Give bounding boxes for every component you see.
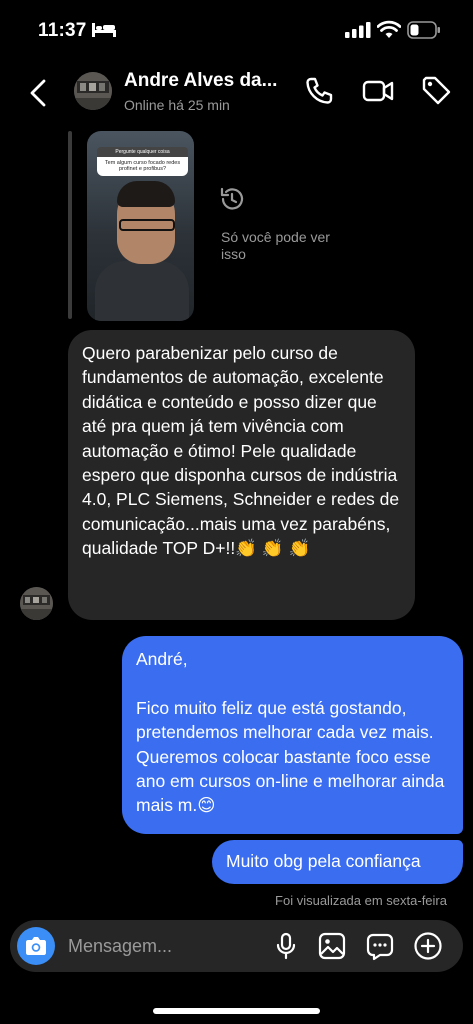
story-question-header: Pergunte qualquer coisa: [97, 147, 188, 157]
sender-avatar: [20, 587, 53, 620]
more-button[interactable]: [412, 930, 444, 962]
story-thumbnail[interactable]: Pergunte qualquer coisa Tem algum curso …: [87, 131, 194, 321]
message-input[interactable]: [68, 934, 258, 958]
camera-icon: [26, 937, 46, 955]
story-question-text: Tem algum curso focado redes profinet e …: [104, 160, 181, 172]
call-button[interactable]: [302, 74, 336, 108]
signal-icon: [345, 22, 371, 38]
plus-icon: [414, 932, 442, 960]
story-person: [95, 261, 189, 321]
outgoing-message[interactable]: Muito obg pela confiança: [212, 840, 463, 884]
seen-status: Foi visualizada em sexta-feira: [275, 893, 447, 908]
image-icon: [318, 932, 346, 960]
contact-avatar[interactable]: [74, 72, 112, 110]
video-call-button[interactable]: [361, 74, 395, 108]
contact-status: Online há 25 min: [124, 97, 230, 113]
wifi-icon: [377, 20, 401, 39]
back-button[interactable]: [22, 76, 56, 110]
outgoing-message[interactable]: André, Fico muito feliz que está gostand…: [122, 636, 463, 834]
camera-button[interactable]: [17, 927, 55, 965]
gallery-button[interactable]: [316, 930, 348, 962]
visibility-note: Só você pode ver isso: [221, 229, 330, 262]
tag-icon: [422, 76, 451, 105]
status-time: 11:37: [38, 20, 87, 41]
microphone-icon: [276, 932, 296, 960]
home-indicator[interactable]: [153, 1008, 320, 1014]
sticker-icon: [366, 933, 394, 961]
tag-button[interactable]: [420, 74, 454, 108]
contact-name[interactable]: Andre Alves da...: [124, 70, 277, 92]
bed-icon: [92, 23, 116, 37]
battery-icon: [407, 21, 441, 39]
video-icon: [362, 80, 394, 102]
back-icon: [30, 79, 46, 107]
history-icon: [218, 185, 246, 213]
voice-message-button[interactable]: [270, 930, 302, 962]
story-question-sticker: Pergunte qualquer coisa Tem algum curso …: [97, 147, 188, 176]
phone-icon: [306, 77, 333, 104]
story-reply-line: [68, 131, 72, 319]
sticker-button[interactable]: [364, 930, 396, 962]
incoming-message[interactable]: Quero parabenizar pelo curso de fundamen…: [68, 330, 415, 620]
